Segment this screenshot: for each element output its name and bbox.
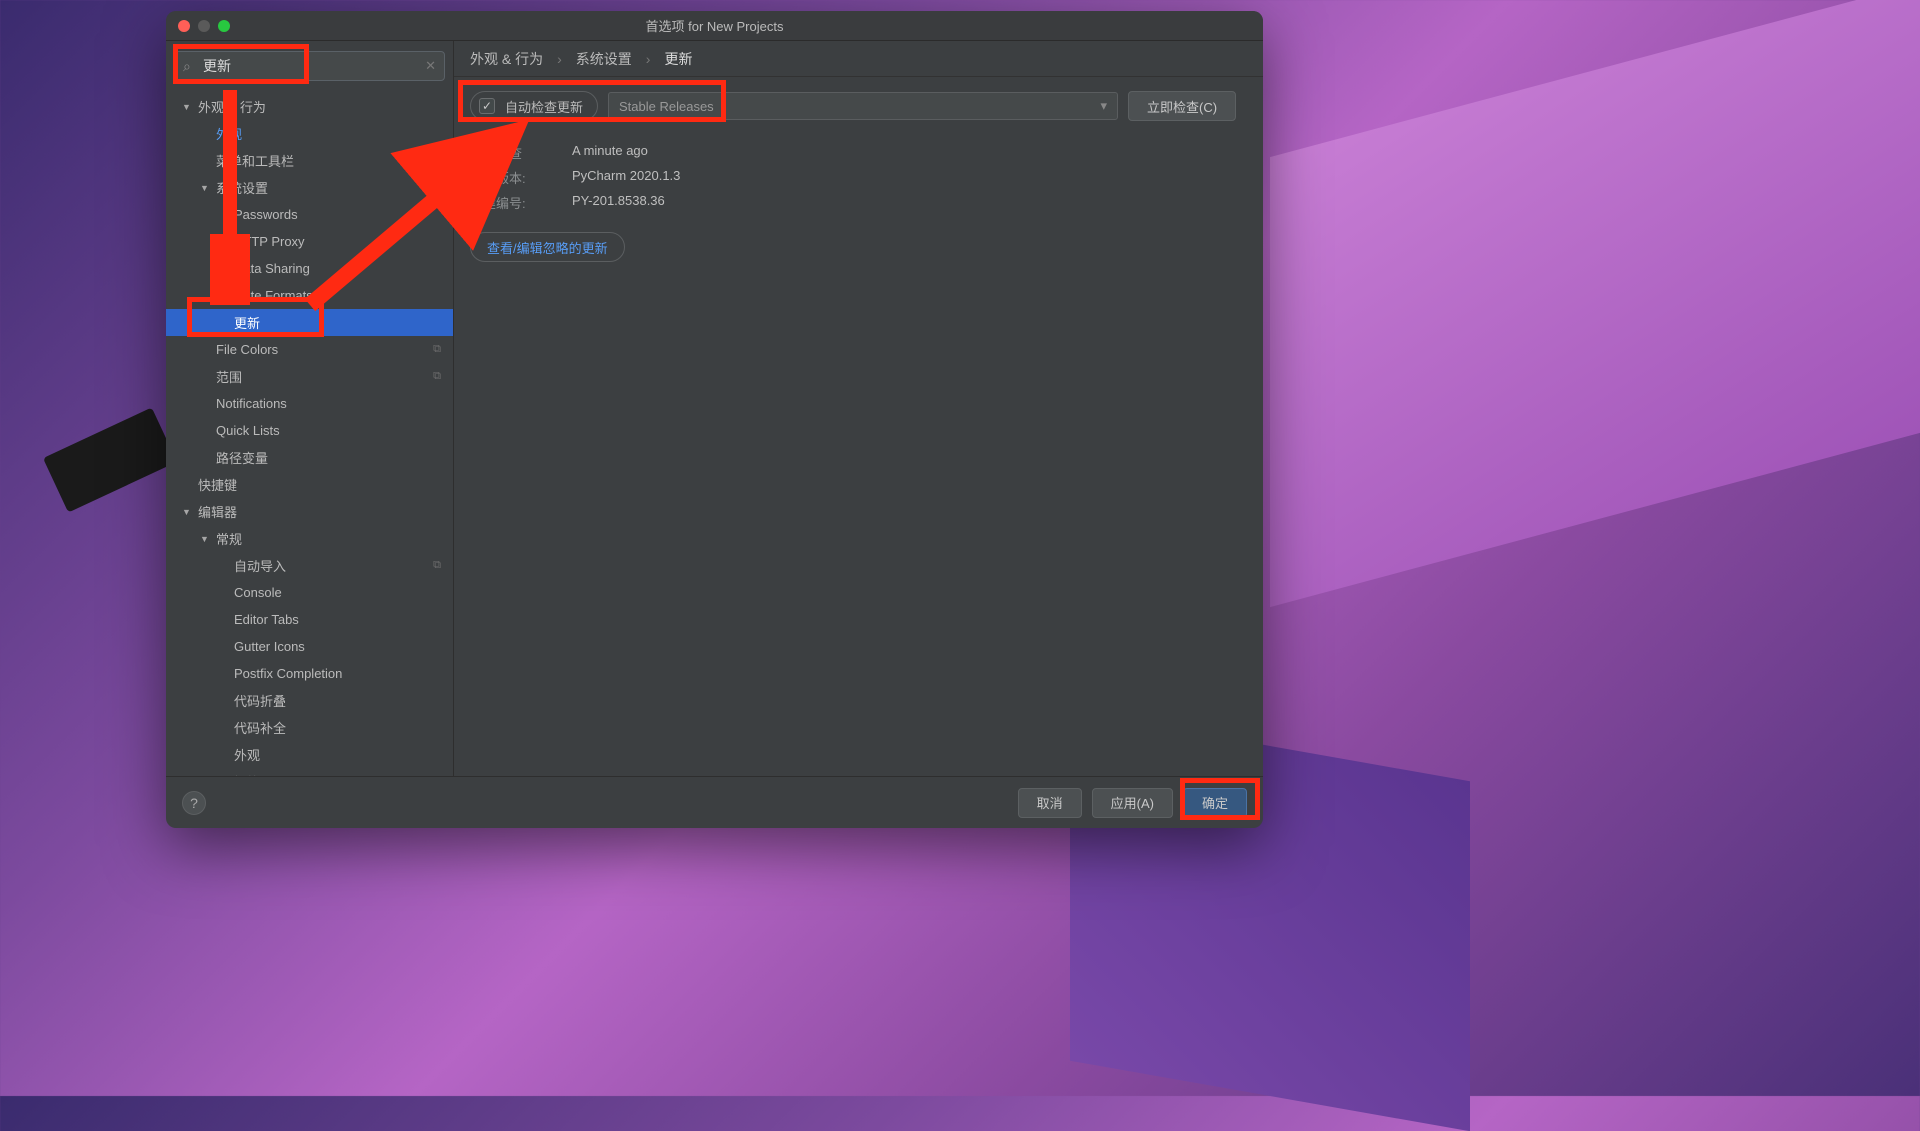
crumb-root[interactable]: 外观 & 行为 [470,49,543,69]
sidebar-item[interactable]: 代码补全 [166,714,453,741]
sidebar-item-label: Passwords [234,207,298,222]
sidebar-item-label: Data Sharing [234,261,310,276]
sidebar-item[interactable]: 范围 ⧉ [166,363,453,390]
sidebar-item[interactable]: Gutter Icons [166,633,453,660]
auto-check-label: 自动检查更新 [505,97,583,116]
chevron-right-icon: › [646,51,651,67]
apply-button[interactable]: 应用(A) [1092,788,1173,818]
last-check-label: 上次检查 [470,143,552,162]
chevron-down-icon: ▾ [1100,98,1107,114]
sidebar-item-label: Console [234,585,282,600]
sidebar-item[interactable]: Console [166,579,453,606]
sidebar-item-label: 快捷键 [198,475,237,494]
minimize-icon[interactable] [198,20,210,32]
build-number-value: PY-201.8538.36 [572,193,1247,212]
sidebar-item-label: 自动导入 [234,556,286,575]
sidebar-item-label: 智能 Keys [234,772,293,776]
project-level-icon: ⧉ [433,370,441,383]
help-button[interactable]: ? [182,791,206,815]
search-input[interactable] [203,58,418,74]
sidebar-item[interactable]: Quick Lists [166,417,453,444]
sidebar-item-label: 路径变量 [216,448,268,467]
sidebar-item-label: Notifications [216,396,287,411]
sidebar-item-label: HTTP Proxy [234,234,305,249]
disclosure-triangle-icon: ▼ [200,534,212,544]
sidebar-item-label: 更新 [234,313,260,332]
sidebar-item-label: 常规 [216,529,242,548]
settings-tree[interactable]: ▼外观 & 行为外观菜单和工具栏▼系统设置PasswordsHTTP Proxy… [166,91,453,776]
update-channel-select[interactable]: Stable Releases ▾ [608,92,1118,120]
preferences-window: 首选项 for New Projects ⌕ ✕ ▼外观 & 行为外观菜单和工具… [166,11,1263,828]
dialog-footer: ? 取消 应用(A) 确定 [166,776,1263,828]
sidebar-item[interactable]: Data Sharing [166,255,453,282]
disclosure-triangle-icon: ▼ [182,102,194,112]
disclosure-triangle-icon: ▼ [200,183,212,193]
current-version-label: 当前版本: [470,168,552,187]
current-version-value: PyCharm 2020.1.3 [572,168,1247,187]
crumb-parent[interactable]: 系统设置 [576,49,632,69]
last-check-value: A minute ago [572,143,1247,162]
view-ignored-updates-link[interactable]: 查看/编辑忽略的更新 [470,232,625,262]
sidebar-item-label: Gutter Icons [234,639,305,654]
traffic-lights [178,20,230,32]
check-now-button[interactable]: 立即检查(C) [1128,91,1236,121]
sidebar-item[interactable]: 代码折叠 [166,687,453,714]
sidebar: ⌕ ✕ ▼外观 & 行为外观菜单和工具栏▼系统设置PasswordsHTTP P… [166,41,454,776]
checkbox-checked-icon: ✓ [479,98,495,114]
auto-check-updates-toggle[interactable]: ✓ 自动检查更新 [470,91,598,121]
clear-icon[interactable]: ✕ [425,58,436,74]
sidebar-item[interactable]: Passwords [166,201,453,228]
project-level-icon: ⧉ [433,559,441,572]
sidebar-item[interactable]: 快捷键 [166,471,453,498]
sidebar-item-label: 外观 & 行为 [198,97,266,116]
sidebar-item-label: Postfix Completion [234,666,342,681]
close-icon[interactable] [178,20,190,32]
sidebar-item[interactable]: Editor Tabs [166,606,453,633]
sidebar-item-label: 代码折叠 [234,691,286,710]
sidebar-item-label: 编辑器 [198,502,237,521]
sidebar-item[interactable]: File Colors ⧉ [166,336,453,363]
sidebar-item[interactable]: 外观 [166,120,453,147]
sidebar-item-label: 代码补全 [234,718,286,737]
sidebar-item-label: 菜单和工具栏 [216,151,294,170]
sidebar-item[interactable]: Date Formats [166,282,453,309]
sidebar-item-label: 外观 [216,124,242,143]
crumb-current: 更新 [664,49,692,69]
sidebar-item[interactable]: 外观 [166,741,453,768]
sidebar-item[interactable]: ▼ 常规 [166,525,453,552]
build-number-label: 构建编号: [470,193,552,212]
ok-button[interactable]: 确定 [1183,788,1247,818]
window-title: 首选项 for New Projects [166,16,1263,35]
zoom-icon[interactable] [218,20,230,32]
sidebar-item[interactable]: ▼ 编辑器 [166,498,453,525]
sidebar-item[interactable]: Notifications [166,390,453,417]
sidebar-item-label: 外观 [234,745,260,764]
sidebar-item[interactable]: Postfix Completion [166,660,453,687]
sidebar-item[interactable]: ▼ 系统设置 [166,174,453,201]
titlebar[interactable]: 首选项 for New Projects [166,11,1263,41]
disclosure-triangle-icon: ▼ [182,507,194,517]
sidebar-item[interactable]: 菜单和工具栏 [166,147,453,174]
sidebar-item-label: 范围 [216,367,242,386]
breadcrumb: 外观 & 行为 › 系统设置 › 更新 [454,41,1263,77]
sidebar-item-label: File Colors [216,342,278,357]
sidebar-item-label: 系统设置 [216,178,268,197]
chevron-right-icon: › [557,51,562,67]
sidebar-item-label: Date Formats [234,288,313,303]
sidebar-item-label: Editor Tabs [234,612,299,627]
search-field[interactable]: ⌕ ✕ [174,51,445,81]
sidebar-item[interactable]: 路径变量 [166,444,453,471]
sidebar-item[interactable]: 自动导入 ⧉ [166,552,453,579]
sidebar-item[interactable]: ▼ 外观 & 行为 [166,93,453,120]
cancel-button[interactable]: 取消 [1018,788,1082,818]
sidebar-item-label: Quick Lists [216,423,280,438]
update-info: 上次检查 A minute ago 当前版本: PyCharm 2020.1.3… [470,143,1247,212]
project-level-icon: ⧉ [433,343,441,356]
sidebar-item[interactable]: HTTP Proxy [166,228,453,255]
main-panel: 外观 & 行为 › 系统设置 › 更新 ✓ 自动检查更新 Stable Rele… [454,41,1263,776]
channel-value: Stable Releases [619,99,714,114]
search-icon: ⌕ [183,58,191,75]
sidebar-item[interactable]: 更新 [166,309,453,336]
sidebar-item[interactable]: ▼智能 Keys [166,768,453,776]
